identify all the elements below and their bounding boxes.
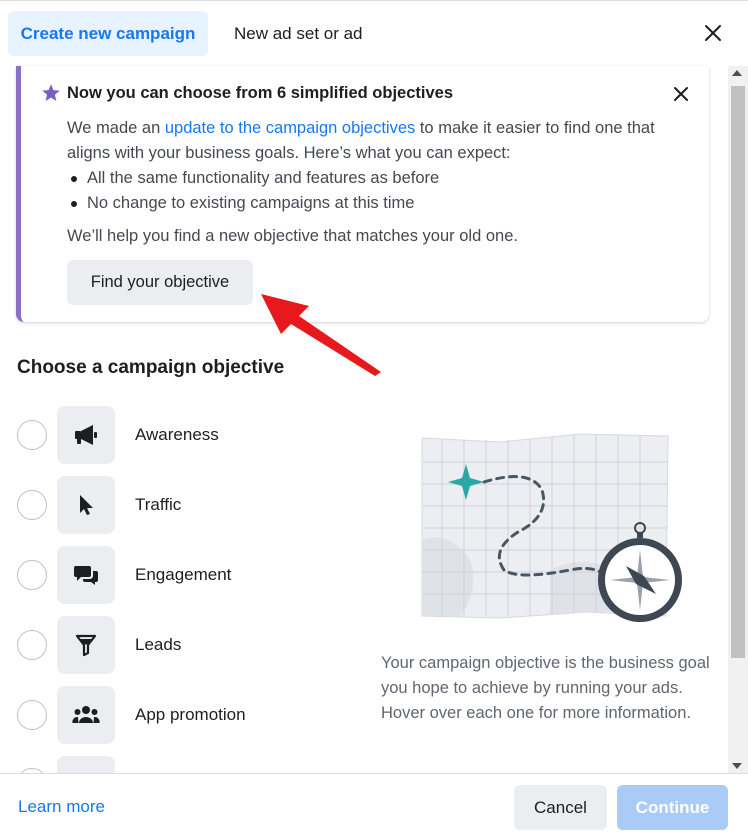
radio-button[interactable] [17, 560, 47, 590]
continue-button[interactable]: Continue [617, 785, 728, 830]
objective-icon-tile [57, 546, 115, 604]
scroll-down-arrow-icon[interactable] [732, 763, 742, 769]
dialog-header: Create new campaign New ad set or ad [0, 0, 748, 66]
dialog-footer: Learn more Cancel Continue [0, 773, 748, 839]
objective-app-promotion[interactable]: App promotion [17, 686, 347, 744]
tab-new-ad-set-or-ad[interactable]: New ad set or ad [218, 11, 379, 56]
notice-bullet-list: All the same functionality and features … [67, 166, 697, 216]
objective-leads[interactable]: Leads [17, 616, 347, 674]
top-divider [0, 0, 748, 1]
notice-body-prefix: We made an [67, 119, 165, 137]
objectives-notice-card: Now you can choose from 6 simplified obj… [16, 66, 709, 322]
notice-close-button[interactable] [667, 80, 695, 108]
notice-title: Now you can choose from 6 simplified obj… [67, 84, 454, 102]
objective-icon-tile [57, 476, 115, 534]
objective-label: Traffic [135, 495, 182, 514]
funnel-icon [75, 634, 97, 657]
map-compass-illustration [421, 433, 682, 622]
megaphone-icon [75, 425, 97, 445]
update-objectives-link[interactable]: update to the campaign objectives [165, 119, 415, 137]
objective-icon-tile [57, 616, 115, 674]
radio-button[interactable] [17, 490, 47, 520]
objective-label: Engagement [135, 565, 232, 584]
find-your-objective-button[interactable]: Find your objective [67, 260, 253, 305]
learn-more-link[interactable]: Learn more [18, 797, 105, 817]
close-icon [674, 87, 688, 101]
objective-label: Leads [135, 635, 182, 654]
cursor-icon [80, 495, 93, 515]
cancel-button[interactable]: Cancel [514, 785, 607, 830]
people-icon [72, 706, 100, 723]
list-item: No change to existing campaigns at this … [67, 191, 697, 216]
objective-description: Your campaign objective is the business … [381, 654, 710, 722]
radio-button[interactable] [17, 630, 47, 660]
objective-engagement[interactable]: Engagement [17, 546, 347, 604]
chat-bubbles-icon [74, 566, 98, 585]
objective-icon-tile [57, 406, 115, 464]
objective-icon-tile-partial [57, 756, 115, 773]
tab-create-new-campaign[interactable]: Create new campaign [8, 11, 208, 56]
radio-button[interactable] [17, 420, 47, 450]
objective-label: App promotion [135, 705, 246, 724]
notice-footer-text: We’ll help you find a new objective that… [67, 227, 518, 245]
objective-label: Awareness [135, 425, 219, 444]
objective-traffic[interactable]: Traffic [17, 476, 347, 534]
scroll-up-arrow-icon[interactable] [732, 70, 742, 76]
star-icon [42, 84, 60, 101]
radio-button[interactable] [17, 700, 47, 730]
scroll-thumb[interactable] [731, 86, 745, 658]
scrollbar[interactable] [728, 66, 748, 773]
notice-body: We made an update to the campaign object… [67, 116, 697, 216]
list-item: All the same functionality and features … [67, 166, 697, 191]
close-icon [705, 25, 721, 41]
objective-icon-tile [57, 686, 115, 744]
section-title: Choose a campaign objective [17, 357, 285, 378]
close-dialog-button[interactable] [698, 18, 728, 48]
objective-awareness[interactable]: Awareness [17, 406, 347, 464]
